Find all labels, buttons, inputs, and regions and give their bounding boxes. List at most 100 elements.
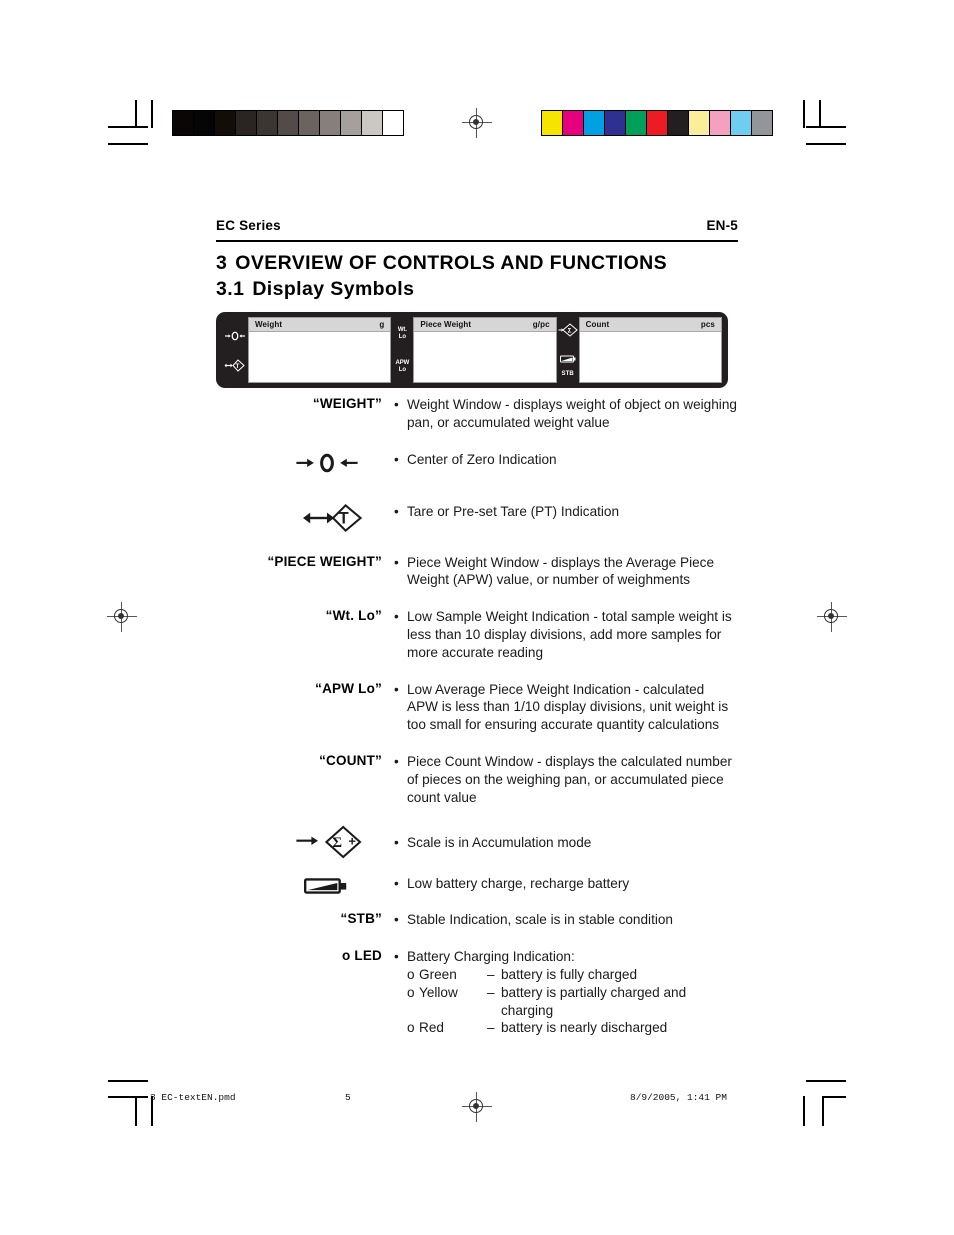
row-label: “APW Lo” (216, 681, 394, 696)
row-label: o LED (216, 948, 394, 963)
table-row: Σ + • Scale is in Accumulation mode (216, 824, 738, 860)
row-label: “PIECE WEIGHT” (216, 554, 394, 569)
row-label: Σ + (216, 824, 394, 860)
lcd-count-window-title-bar: Count pcs (579, 318, 721, 332)
row-label-text: “WEIGHT” (312, 396, 382, 411)
row-description-text: Low Sample Weight Indication - total sam… (407, 609, 732, 660)
lcd-count-unit: pcs (700, 320, 715, 329)
lcd-middle-indicator-strip: Wt. Lo APW Lo (391, 317, 413, 383)
crop-mark-top-right-h1 (806, 126, 846, 128)
table-row: “WEIGHT” • Weight Window - displays weig… (216, 396, 738, 432)
lcd-weight-window-body (249, 332, 391, 382)
color-swatch-2 (583, 111, 604, 135)
row-description: • Scale is in Accumulation mode (394, 824, 738, 852)
led-color-name: Green (419, 966, 457, 982)
row-description: • Low Average Piece Weight Indication - … (394, 681, 738, 734)
crop-mark-top-left-v2 (151, 100, 153, 128)
led-dash: – (487, 1020, 495, 1036)
bullet-glyph: • (394, 681, 399, 697)
accumulation-symbol-icon: Σ + (294, 824, 372, 860)
led-description: battery is nearly discharged (501, 1020, 668, 1036)
led-color-name: Yellow (419, 984, 458, 1000)
lcd-weight-title: Weight (255, 320, 283, 329)
footer-rule-left (108, 1080, 148, 1082)
color-swatch-8 (709, 111, 730, 135)
led-description: battery is fully charged (501, 966, 638, 982)
row-description-text: Piece Count Window - displays the calcul… (407, 753, 732, 805)
registration-mark-left (107, 602, 137, 632)
registration-mark-top-center (462, 108, 492, 138)
led-marker: o (407, 966, 415, 982)
row-description: • Tare or Pre-set Tare (PT) Indication (394, 503, 738, 521)
crop-mark-bottom-left-h2 (108, 1096, 148, 1098)
lcd-left-indicator-strip: T (222, 317, 248, 383)
row-description: • Battery Charging Indication: o Green –… (394, 948, 738, 1037)
lcd-weight-unit: g (379, 320, 385, 329)
bullet-glyph: • (394, 503, 399, 519)
lcd-piece-weight-unit: g/pc (532, 320, 550, 329)
running-head-right: EN-5 (706, 218, 738, 233)
section-title: OVERVIEW OF CONTROLS AND FUNCTIONS (235, 252, 668, 274)
accumulation-icon: Σ (558, 323, 578, 337)
row-label (216, 451, 394, 474)
table-row: “Wt. Lo” • Low Sample Weight Indication … (216, 608, 738, 661)
list-item: o Red – battery is nearly discharged (407, 1019, 738, 1037)
symbol-definition-list: “WEIGHT” • Weight Window - displays weig… (216, 396, 738, 1037)
row-label: “Wt. Lo” (216, 608, 394, 623)
footer-page-number: 5 (345, 1092, 351, 1103)
crop-mark-bottom-right-h1 (806, 1080, 846, 1082)
led-dash: – (487, 966, 495, 982)
row-description: • Piece Count Window - displays the calc… (394, 753, 738, 806)
color-calibration-bar (541, 110, 773, 136)
row-label-text: “PIECE WEIGHT” (267, 553, 382, 569)
led-marker: o (407, 1020, 415, 1036)
footer: 3 EC-textEN.pmd 5 8/9/2005, 1:41 PM (150, 1092, 810, 1103)
row-label-text: “APW Lo” (315, 680, 382, 696)
led-dash: – (487, 984, 495, 1000)
led-color-name: Red (419, 1020, 444, 1036)
grayscale-swatch-8 (340, 111, 361, 135)
footer-timestamp: 8/9/2005, 1:41 PM (630, 1092, 727, 1103)
lcd-stb-indicator: STB (561, 370, 574, 377)
table-row: o LED • Battery Charging Indication: o G… (216, 948, 738, 1037)
grayscale-swatch-10 (382, 111, 403, 135)
crop-mark-bottom-right-v2 (822, 1096, 824, 1126)
center-of-zero-symbol-icon (294, 452, 360, 474)
svg-text:Σ: Σ (332, 835, 342, 851)
lcd-piece-weight-window: Piece Weight g/pc (413, 317, 557, 383)
row-description-text: Piece Weight Window - displays the Avera… (407, 554, 715, 588)
crop-mark-bottom-left-v1 (135, 1096, 137, 1126)
svg-text:+: + (348, 835, 355, 849)
row-description-text: Scale is in Accumulation mode (407, 835, 592, 851)
crop-mark-bottom-right-h2 (822, 1096, 846, 1098)
section-heading: 3 OVERVIEW OF CONTROLS AND FUNCTIONS (216, 252, 667, 275)
row-description: • Low Sample Weight Indication - total s… (394, 608, 738, 661)
footer-filename: 3 EC-textEN.pmd (150, 1092, 236, 1103)
lcd-weight-window-title-bar: Weight g (249, 318, 391, 332)
grayscale-swatch-9 (361, 111, 382, 135)
grayscale-swatch-7 (319, 111, 340, 135)
row-description-text: Low Average Piece Weight Indication - ca… (407, 681, 729, 733)
low-battery-icon (559, 350, 576, 363)
bullet-glyph: • (394, 876, 399, 892)
color-swatch-6 (667, 111, 688, 135)
row-label: “STB” (216, 911, 394, 926)
lcd-piece-weight-window-body (414, 332, 556, 382)
row-description: • Stable Indication, scale is in stable … (394, 911, 738, 929)
section-number: 3 (216, 252, 228, 274)
running-head: EC Series EN-5 (216, 218, 738, 233)
bullet-glyph: • (394, 949, 399, 965)
row-label-text: o LED (342, 948, 382, 964)
row-description-text: Stable Indication, scale is in stable co… (407, 912, 673, 928)
tare-icon: T (224, 359, 246, 372)
lcd-count-window: Count pcs (578, 317, 722, 383)
bullet-glyph: • (394, 835, 399, 851)
grayscale-calibration-bar (172, 110, 404, 136)
led-heading: Battery Charging Indication: (407, 949, 575, 965)
table-row: “COUNT” • Piece Count Window - displays … (216, 753, 738, 806)
bullet-glyph: • (394, 912, 399, 928)
table-row: “APW Lo” • Low Average Piece Weight Indi… (216, 681, 738, 734)
low-battery-symbol-icon (304, 877, 348, 895)
led-marker: o (407, 984, 415, 1000)
row-description-text: Tare or Pre-set Tare (PT) Indication (407, 503, 620, 519)
